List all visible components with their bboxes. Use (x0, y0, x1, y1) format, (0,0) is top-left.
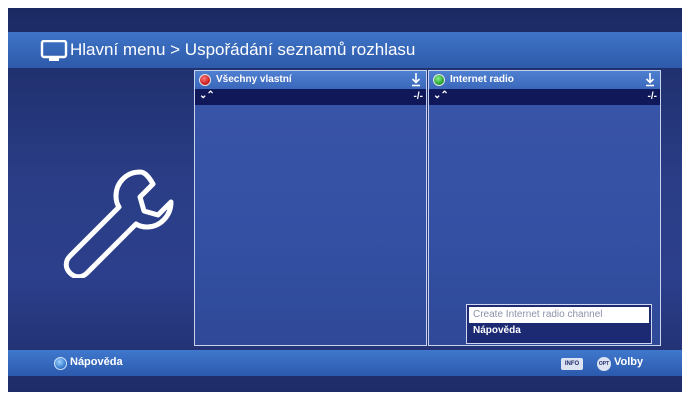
menu-item-create-internet-radio-channel[interactable]: Create Internet radio channel (469, 307, 649, 323)
sort-arrows-icon[interactable]: ⌄⌃ (199, 90, 215, 101)
panel-title: Internet radio (450, 74, 514, 85)
panel-header[interactable]: Internet radio (429, 71, 660, 89)
footer-options-label[interactable]: Volby (614, 356, 643, 368)
info-button-icon[interactable]: INFO (561, 358, 583, 370)
options-popup-menu: Create Internet radio channel Nápověda (466, 304, 652, 344)
page-indicator: -/- (413, 91, 423, 102)
list-panel-all-own[interactable]: Všechny vlastní ⌄⌃ -/- (194, 70, 427, 346)
sort-down-icon[interactable] (411, 72, 421, 87)
blue-button-icon (54, 357, 67, 370)
breadcrumb-title: Hlavní menu > Uspořádání seznamů rozhlas… (70, 40, 416, 59)
wrench-icon (63, 169, 174, 278)
sort-arrows-icon[interactable]: ⌄⌃ (433, 90, 449, 101)
menu-item-help[interactable]: Nápověda (473, 325, 521, 336)
footer-bar: Nápověda INFO OPT Volby (8, 350, 682, 376)
panel-subheader: ⌄⌃ -/- (429, 89, 660, 105)
page-indicator: -/- (647, 91, 657, 102)
panel-subheader: ⌄⌃ -/- (195, 89, 426, 105)
tv-icon (40, 40, 68, 61)
panel-title: Všechny vlastní (216, 74, 292, 85)
green-button-icon (433, 74, 445, 86)
panel-header[interactable]: Všechny vlastní (195, 71, 426, 89)
footer-help-label[interactable]: Nápověda (70, 356, 123, 368)
sort-down-icon[interactable] (645, 72, 655, 87)
tv-screen: Hlavní menu > Uspořádání seznamů rozhlas… (8, 8, 682, 392)
opt-button-icon[interactable]: OPT (597, 357, 611, 371)
red-button-icon (199, 74, 211, 86)
header-bar: Hlavní menu > Uspořádání seznamů rozhlas… (8, 32, 682, 68)
